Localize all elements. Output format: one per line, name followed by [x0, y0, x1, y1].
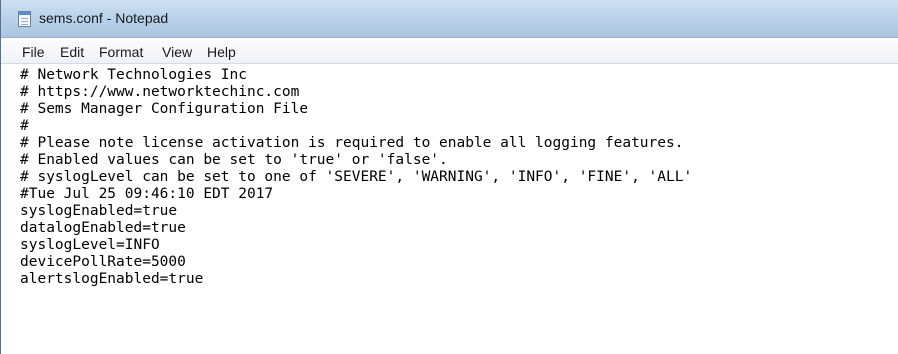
text-line: #	[20, 118, 29, 134]
text-line: syslogEnabled=true	[20, 203, 178, 219]
menu-edit[interactable]: Edit	[60, 44, 84, 60]
notepad-window: sems.conf - Notepad File Edit Format Vie…	[0, 0, 898, 354]
menu-bar: File Edit Format View Help	[1, 38, 898, 64]
title-bar[interactable]: sems.conf - Notepad	[1, 0, 898, 38]
text-line: # Sems Manager Configuration File	[20, 101, 309, 117]
text-line: datalogEnabled=true	[20, 220, 186, 236]
text-line: # Enabled values can be set to 'true' or…	[20, 152, 448, 168]
text-line: # syslogLevel can be set to one of 'SEVE…	[20, 169, 693, 185]
menu-format[interactable]: Format	[99, 44, 143, 60]
text-line: # https://www.networktechinc.com	[20, 84, 300, 100]
menu-file[interactable]: File	[22, 44, 45, 60]
text-line: # Network Technologies Inc	[20, 67, 247, 83]
notepad-icon[interactable]	[18, 11, 31, 27]
text-line: alertslogEnabled=true	[20, 271, 204, 287]
text-line: syslogLevel=INFO	[20, 237, 160, 253]
menu-help[interactable]: Help	[207, 44, 236, 60]
text-editor-area[interactable]: # Network Technologies Inc # https://www…	[1, 64, 898, 354]
text-line: devicePollRate=5000	[20, 254, 186, 270]
document-text[interactable]: # Network Technologies Inc # https://www…	[20, 67, 692, 288]
menu-view[interactable]: View	[162, 44, 192, 60]
text-line: # Please note license activation is requ…	[20, 135, 684, 151]
window-title: sems.conf - Notepad	[39, 10, 169, 26]
text-line: #Tue Jul 25 09:46:10 EDT 2017	[20, 186, 274, 202]
